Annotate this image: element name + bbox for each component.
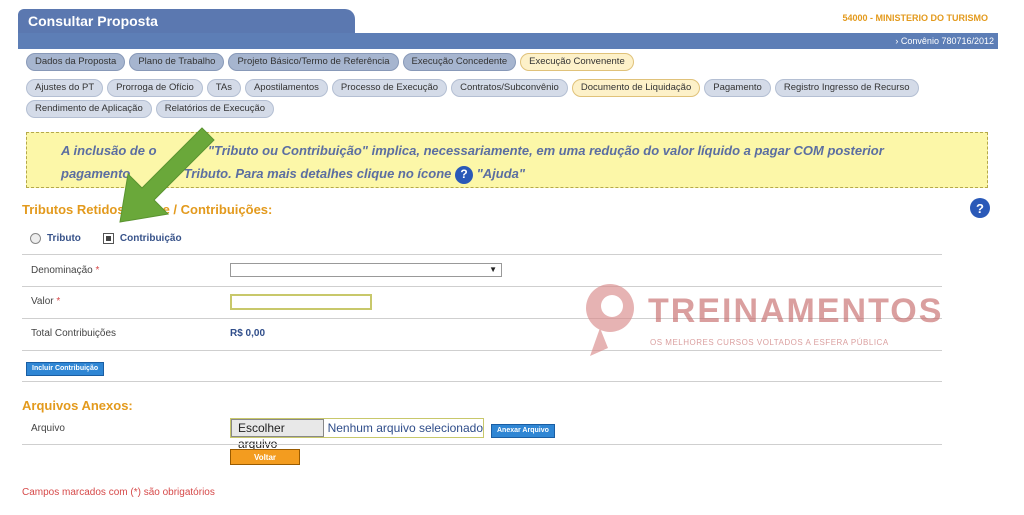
required-fields-note: Campos marcados com (*) são obrigatórios bbox=[22, 487, 215, 498]
total-contribuicoes-label: Total Contribuições bbox=[31, 328, 117, 339]
tab-execucao-concedente[interactable]: Execução Concedente bbox=[402, 53, 517, 71]
notice-line2-end: "Ajuda" bbox=[476, 166, 526, 181]
anexar-arquivo-button[interactable]: Anexar Arquivo bbox=[491, 424, 555, 438]
primary-tabs: Dados da Proposta Plano de Trabalho Proj… bbox=[26, 53, 634, 71]
valor-input[interactable] bbox=[230, 294, 372, 310]
chevron-down-icon: ▼ bbox=[489, 265, 497, 274]
tab-contratos-subconvenio[interactable]: Contratos/Subconvênio bbox=[451, 79, 568, 97]
arquivo-label: Arquivo bbox=[31, 423, 65, 434]
denominacao-select[interactable]: ▼ bbox=[230, 263, 502, 277]
green-arrow-icon bbox=[119, 127, 215, 223]
watermark-text: TREINAMENTOS bbox=[648, 292, 944, 330]
help-icon[interactable]: ? bbox=[455, 165, 473, 184]
tab-registro-ingresso-de-recurso[interactable]: Registro Ingresso de Recurso bbox=[774, 79, 919, 97]
denominacao-label: Denominação * bbox=[31, 265, 100, 276]
tipo-selector: Tributo Contribuição bbox=[30, 233, 182, 244]
tab-prorroga-de-oficio[interactable]: Prorroga de Ofício bbox=[107, 79, 203, 97]
tab-ajustes-do-pt[interactable]: Ajustes do PT bbox=[26, 79, 104, 97]
notice-line2-mid: Tributo. Para mais detalhes clique no íc… bbox=[183, 166, 452, 181]
radio-tributo-label: Tributo bbox=[47, 233, 81, 244]
divider bbox=[22, 381, 942, 382]
tab-dados-da-proposta[interactable]: Dados da Proposta bbox=[26, 53, 126, 71]
arquivos-section-title: Arquivos Anexos: bbox=[22, 398, 133, 413]
header-bar bbox=[18, 33, 998, 49]
voltar-button[interactable]: Voltar bbox=[230, 449, 300, 465]
total-contribuicoes-value: R$ 0,00 bbox=[230, 328, 266, 339]
tab-pagamento[interactable]: Pagamento bbox=[704, 79, 771, 97]
incluir-contribuicao-button[interactable]: Incluir Contribuição bbox=[26, 362, 105, 376]
radio-contribuicao-label: Contribuição bbox=[119, 233, 182, 244]
watermark-logo: TREINAMENTOS OS MELHORES CURSOS VOLTADOS… bbox=[578, 278, 941, 358]
file-picker: Escolher arquivo Nenhum arquivo selecion… bbox=[230, 418, 484, 451]
divider bbox=[22, 254, 942, 255]
watermark-logo-icon bbox=[586, 284, 634, 356]
tab-processo-de-execucao[interactable]: Processo de Execução bbox=[331, 79, 448, 97]
tab-execucao-convenente[interactable]: Execução Convenente bbox=[520, 53, 634, 71]
secondary-tabs-row-1: Ajustes do PT Prorroga de Ofício TAs Apo… bbox=[26, 79, 919, 97]
tab-plano-de-trabalho[interactable]: Plano de Trabalho bbox=[129, 53, 225, 71]
choose-file-button[interactable]: Escolher arquivo bbox=[231, 419, 324, 451]
watermark-subtitle: OS MELHORES CURSOS VOLTADOS A ESFERA PÚB… bbox=[650, 338, 889, 347]
tab-projeto-basico[interactable]: Projeto Básico/Termo de Referência bbox=[228, 53, 399, 71]
page-title: Consultar Proposta bbox=[18, 9, 355, 33]
divider bbox=[22, 444, 942, 445]
convenio-label: › Convênio 780716/2012 bbox=[895, 36, 994, 46]
tab-tas[interactable]: TAs bbox=[206, 79, 241, 97]
file-status: Nenhum arquivo selecionado bbox=[327, 421, 483, 435]
notice-line1-rest: "Tributo ou Contribuição" implica, neces… bbox=[207, 143, 884, 158]
help-icon[interactable]: ? bbox=[970, 198, 990, 218]
radio-tributo[interactable] bbox=[30, 233, 41, 244]
valor-label: Valor * bbox=[31, 296, 61, 307]
tab-documento-de-liquidacao[interactable]: Documento de Liquidação bbox=[571, 79, 701, 97]
tab-rendimento-de-aplicacao[interactable]: Rendimento de Aplicação bbox=[26, 100, 152, 118]
organization-label: 54000 - MINISTERIO DO TURISMO bbox=[842, 13, 988, 23]
tab-relatorios-de-execucao[interactable]: Relatórios de Execução bbox=[155, 100, 275, 118]
tab-apostilamentos[interactable]: Apostilamentos bbox=[244, 79, 328, 97]
secondary-tabs-row-2: Rendimento de Aplicação Relatórios de Ex… bbox=[26, 100, 275, 118]
radio-contribuicao[interactable] bbox=[102, 233, 114, 244]
